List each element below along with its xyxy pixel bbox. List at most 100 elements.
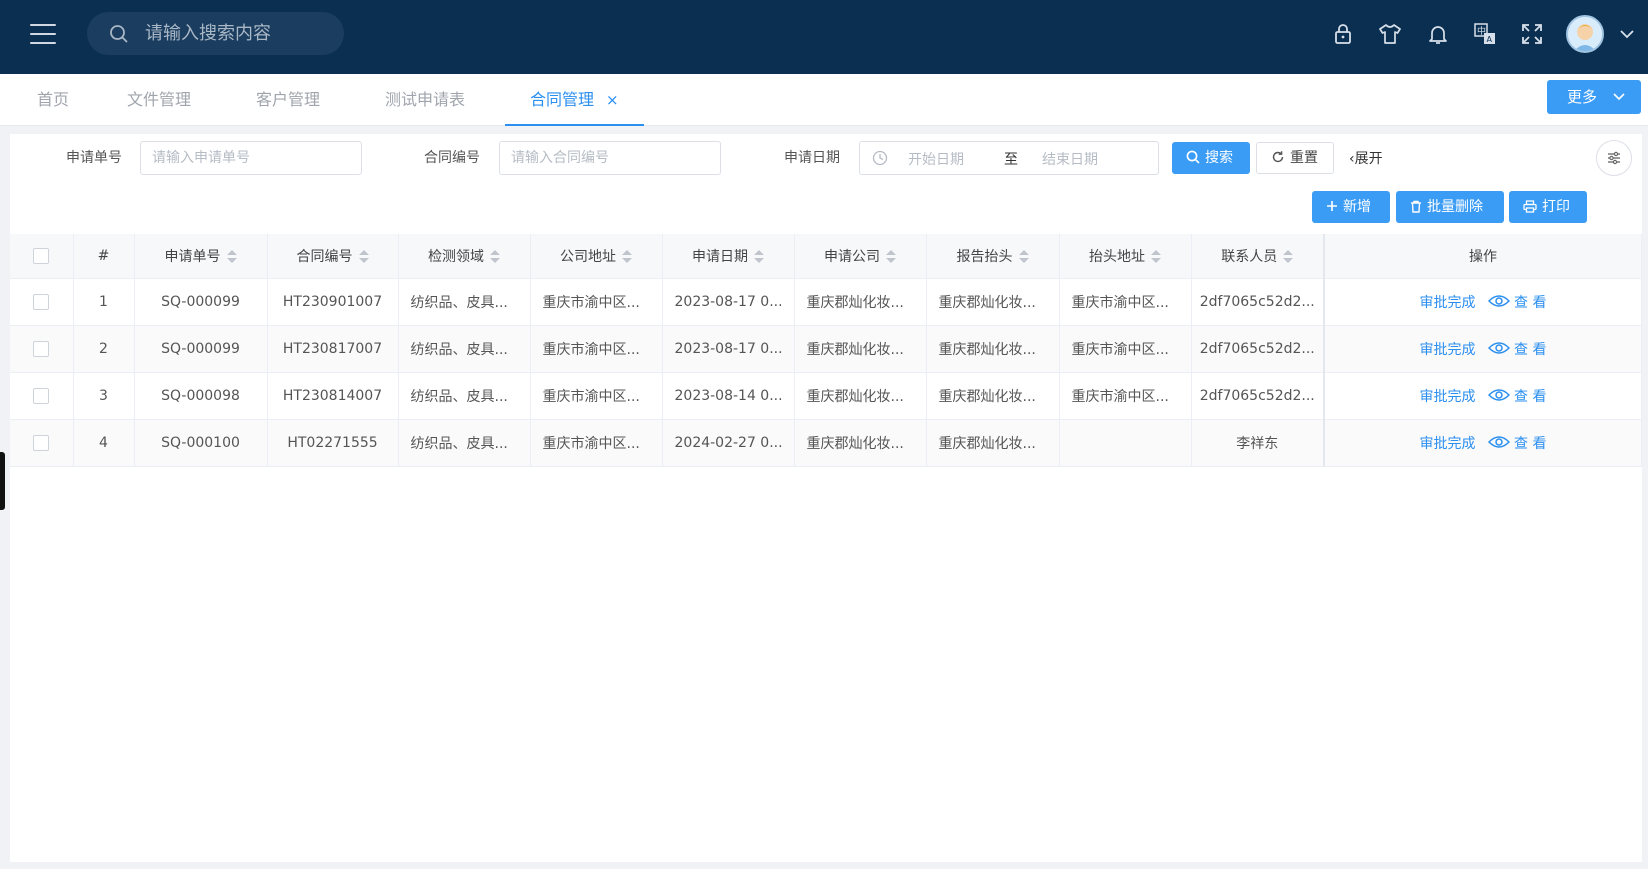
column-header-contract-no[interactable]: 合同编号 — [267, 234, 399, 279]
contract-no-label: 合同编号 — [424, 150, 480, 166]
column-header-report-title[interactable]: 报告抬头 — [926, 234, 1060, 279]
main-panel: 申请单号 合同编号 申请日期 开始日期 至 结束日期 搜索 重置 ‹展开 新增 … — [10, 134, 1642, 862]
translate-icon[interactable]: 中A — [1471, 20, 1499, 48]
row-select-cell — [10, 278, 74, 326]
tab-home[interactable]: 首页 — [37, 74, 69, 126]
actions-cell: 审批完成 查 看 — [1323, 372, 1642, 420]
title-address-cell: 重庆市渝中区... — [1059, 325, 1192, 373]
eye-icon — [1487, 388, 1511, 401]
sort-icon[interactable] — [358, 249, 369, 264]
title-address-cell: 重庆市渝中区... — [1059, 372, 1192, 420]
tabs-bar: 首页 文件管理 客户管理 测试申请表 合同管理 × 更多 — [0, 74, 1648, 126]
chevron-down-icon[interactable] — [1619, 26, 1635, 42]
global-search-input[interactable] — [145, 12, 335, 55]
more-button[interactable]: 更多 — [1547, 80, 1641, 114]
date-start-input[interactable]: 开始日期 — [908, 149, 964, 169]
batch-delete-button[interactable]: 批量删除 — [1396, 191, 1504, 223]
contract-no-field[interactable] — [499, 141, 721, 175]
field-cell: 纺织品、皮具... — [398, 325, 531, 373]
view-link[interactable]: 查 看 — [1487, 342, 1546, 358]
column-header-company[interactable]: 申请公司 — [794, 234, 927, 279]
chevron-down-icon — [1613, 93, 1625, 101]
expand-link[interactable]: ‹展开 — [1349, 148, 1383, 168]
company-cell: 重庆郡灿化妆... — [794, 419, 927, 467]
printer-icon — [1523, 199, 1537, 213]
row-checkbox[interactable] — [33, 340, 50, 357]
sidebar-drag-handle[interactable] — [0, 452, 5, 510]
svg-text:A: A — [1487, 35, 1493, 44]
apply-date-range[interactable]: 开始日期 至 结束日期 — [859, 141, 1159, 175]
row-checkbox[interactable] — [33, 293, 50, 310]
company-cell: 重庆郡灿化妆... — [794, 278, 927, 326]
view-link[interactable]: 查 看 — [1487, 388, 1546, 405]
select-all-cell — [10, 234, 74, 279]
print-button[interactable]: 打印 — [1509, 191, 1587, 223]
search-icon — [110, 25, 128, 43]
date-separator: 至 — [1004, 152, 1018, 168]
eye-icon — [1487, 294, 1511, 307]
global-search[interactable] — [87, 12, 344, 55]
report-title-cell: 重庆郡灿化妆... — [926, 419, 1060, 467]
tab-file-management[interactable]: 文件管理 — [127, 74, 191, 126]
user-avatar[interactable] — [1566, 15, 1604, 53]
sort-icon[interactable] — [226, 249, 237, 264]
approve-link[interactable]: 审批完成 — [1420, 436, 1476, 452]
row-select-cell — [10, 372, 74, 420]
approve-link[interactable]: 审批完成 — [1420, 295, 1476, 311]
view-link[interactable]: 查 看 — [1487, 294, 1546, 311]
contact-cell: 李祥东 — [1191, 419, 1325, 467]
shirt-icon[interactable] — [1376, 20, 1404, 48]
select-all-checkbox[interactable] — [33, 247, 50, 264]
contact-cell: 2df7065c52d2... — [1191, 278, 1325, 326]
reset-button[interactable]: 重置 — [1256, 142, 1334, 174]
sort-icon[interactable] — [886, 249, 896, 264]
date-end-input[interactable]: 结束日期 — [1042, 149, 1098, 169]
fullscreen-icon[interactable] — [1518, 20, 1546, 48]
report-title-cell: 重庆郡灿化妆... — [926, 325, 1060, 373]
address-cell: 重庆市渝中区... — [530, 325, 663, 373]
close-icon[interactable]: × — [606, 74, 619, 126]
contract-no-input[interactable] — [500, 142, 720, 174]
search-button[interactable]: 搜索 — [1172, 142, 1250, 174]
apply-no-label: 申请单号 — [66, 150, 122, 166]
contact-cell: 2df7065c52d2... — [1191, 372, 1325, 420]
table-row: 4 SQ-000100 HT02271555 纺织品、皮具... 重庆市渝中区.… — [10, 419, 1642, 467]
sort-icon[interactable] — [622, 249, 632, 264]
column-header-field[interactable]: 检测领域 — [398, 234, 531, 279]
contract-table: # 申请单号 合同编号 检测领域 公司地址 申请日期 申请公司 报告抬头 抬头地… — [10, 234, 1642, 467]
sliders-icon — [1608, 151, 1620, 165]
column-header-apply-no[interactable]: 申请单号 — [134, 234, 268, 279]
row-checkbox[interactable] — [33, 387, 50, 404]
sort-icon[interactable] — [1151, 249, 1161, 264]
tab-contract-management[interactable]: 合同管理 × — [505, 74, 644, 126]
refresh-icon — [1272, 151, 1284, 163]
column-header-date[interactable]: 申请日期 — [662, 234, 795, 279]
table-row: 2 SQ-000099 HT230817007 纺织品、皮具... 重庆市渝中区… — [10, 325, 1642, 373]
actions-cell: 审批完成 查 看 — [1323, 325, 1642, 373]
tab-customer-management[interactable]: 客户管理 — [256, 74, 320, 126]
apply-date-label: 申请日期 — [784, 150, 840, 166]
add-button[interactable]: 新增 — [1312, 191, 1390, 223]
sort-icon[interactable] — [1283, 249, 1294, 264]
column-settings-button[interactable] — [1596, 140, 1632, 176]
sort-icon[interactable] — [490, 249, 500, 264]
lock-icon[interactable] — [1329, 20, 1357, 48]
apply-no-field[interactable] — [140, 141, 362, 175]
table-row: 1 SQ-000099 HT230901007 纺织品、皮具... 重庆市渝中区… — [10, 278, 1642, 326]
row-checkbox[interactable] — [33, 434, 50, 451]
apply-no-input[interactable] — [141, 142, 361, 174]
tab-test-application[interactable]: 测试申请表 — [385, 74, 465, 126]
bell-icon[interactable] — [1424, 20, 1452, 48]
approve-link[interactable]: 审批完成 — [1420, 389, 1476, 405]
column-header-address[interactable]: 公司地址 — [530, 234, 663, 279]
sort-icon[interactable] — [1018, 249, 1029, 264]
table-row: 3 SQ-000098 HT230814007 纺织品、皮具... 重庆市渝中区… — [10, 372, 1642, 420]
column-header-contact[interactable]: 联系人员 — [1191, 234, 1325, 279]
sort-icon[interactable] — [754, 249, 764, 264]
approve-link[interactable]: 审批完成 — [1420, 342, 1476, 358]
menu-toggle-icon[interactable] — [30, 24, 56, 44]
view-link[interactable]: 查 看 — [1487, 435, 1546, 452]
column-header-actions: 操作 — [1323, 234, 1642, 279]
eye-icon — [1487, 435, 1511, 448]
column-header-title-address[interactable]: 抬头地址 — [1059, 234, 1192, 279]
